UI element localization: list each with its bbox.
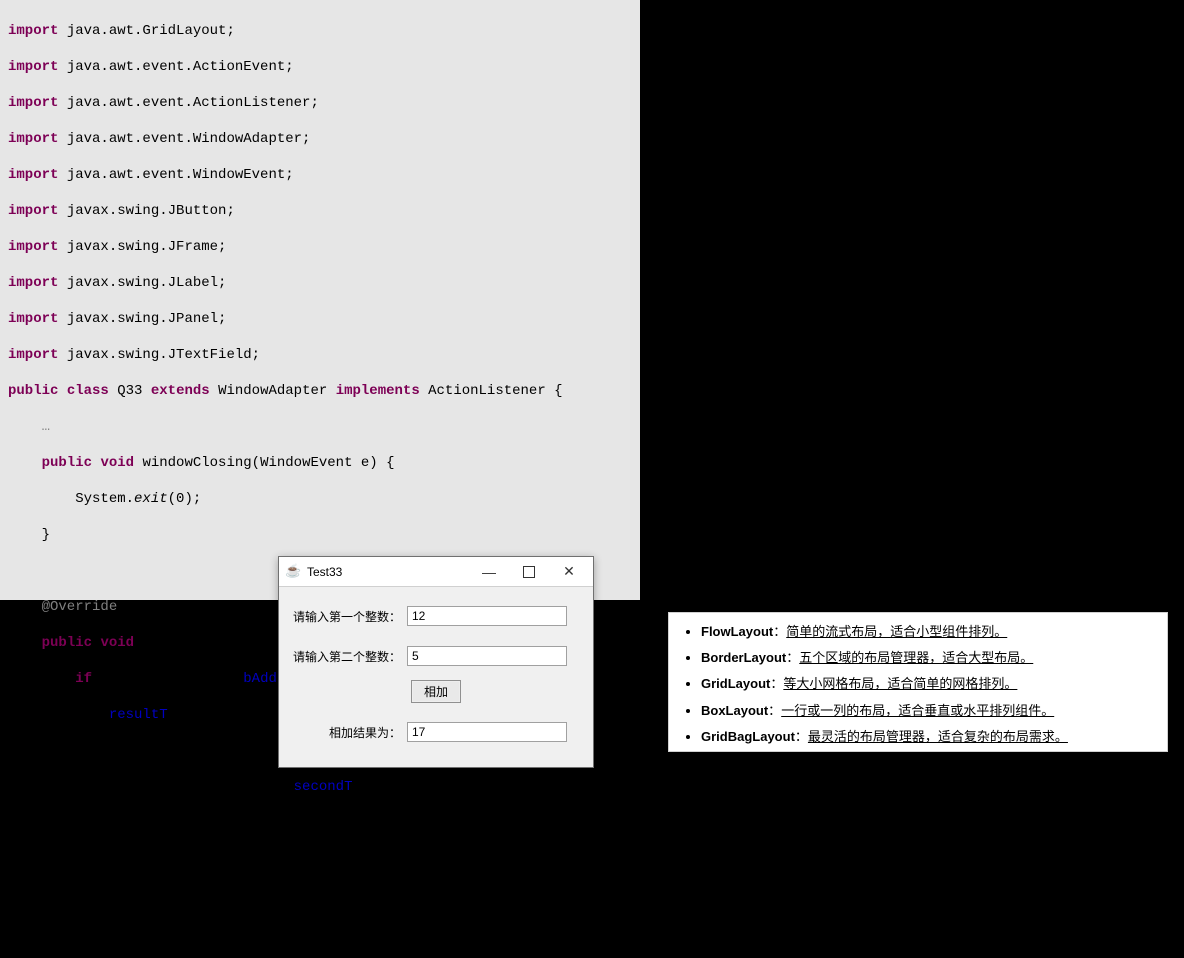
result-label: 相加结果为：: [289, 724, 401, 741]
close-button[interactable]: ✕: [549, 558, 589, 586]
window-content: 请输入第一个整数： 请输入第二个整数： 相加 相加结果为：: [279, 587, 593, 755]
row-first: 请输入第一个整数：: [289, 593, 583, 633]
maximize-button[interactable]: [509, 558, 549, 586]
first-label: 请输入第一个整数：: [289, 608, 401, 625]
row-second: 请输入第二个整数：: [289, 633, 583, 673]
titlebar: ☕ Test33 — ✕: [279, 557, 593, 587]
layout-desc: 一行或一列的布局，适合垂直或水平排列组件。: [781, 703, 1054, 718]
list-item: BoxLayout：一行或一列的布局，适合垂直或水平排列组件。: [701, 702, 1159, 720]
layouts-list: FlowLayout：简单的流式布局，适合小型组件排列。 BorderLayou…: [677, 623, 1159, 746]
layout-name: BoxLayout: [701, 703, 768, 718]
layouts-panel: FlowLayout：简单的流式布局，适合小型组件排列。 BorderLayou…: [668, 612, 1168, 752]
list-item: FlowLayout：简单的流式布局，适合小型组件排列。: [701, 623, 1159, 641]
second-label: 请输入第二个整数：: [289, 648, 401, 665]
result-input[interactable]: [407, 722, 567, 742]
list-item: BorderLayout：五个区域的布局管理器，适合大型布局。: [701, 649, 1159, 667]
add-button[interactable]: 相加: [411, 680, 461, 703]
layout-name: FlowLayout: [701, 624, 773, 639]
layout-name: GridLayout: [701, 676, 770, 691]
layout-name: GridBagLayout: [701, 729, 795, 744]
row-result: 相加结果为：: [289, 709, 583, 749]
java-icon: ☕: [285, 564, 301, 580]
layout-desc: 五个区域的布局管理器，适合大型布局。: [799, 650, 1033, 665]
minimize-button[interactable]: —: [469, 558, 509, 586]
app-window: ☕ Test33 — ✕ 请输入第一个整数： 请输入第二个整数： 相加 相加结果…: [278, 556, 594, 768]
list-item: GridBagLayout：最灵活的布局管理器，适合复杂的布局需求。: [701, 728, 1159, 746]
code-panel: import java.awt.GridLayout; import java.…: [0, 0, 640, 600]
window-title: Test33: [307, 565, 469, 579]
list-item: GridLayout：等大小网格布局，适合简单的网格排列。: [701, 675, 1159, 693]
layout-desc: 简单的流式布局，适合小型组件排列。: [786, 624, 1007, 639]
layout-desc: 等大小网格布局，适合简单的网格排列。: [783, 676, 1017, 691]
row-button: 相加: [289, 673, 583, 709]
layout-desc: 最灵活的布局管理器，适合复杂的布局需求。: [808, 729, 1068, 744]
layout-name: BorderLayout: [701, 650, 786, 665]
first-input[interactable]: [407, 606, 567, 626]
second-input[interactable]: [407, 646, 567, 666]
